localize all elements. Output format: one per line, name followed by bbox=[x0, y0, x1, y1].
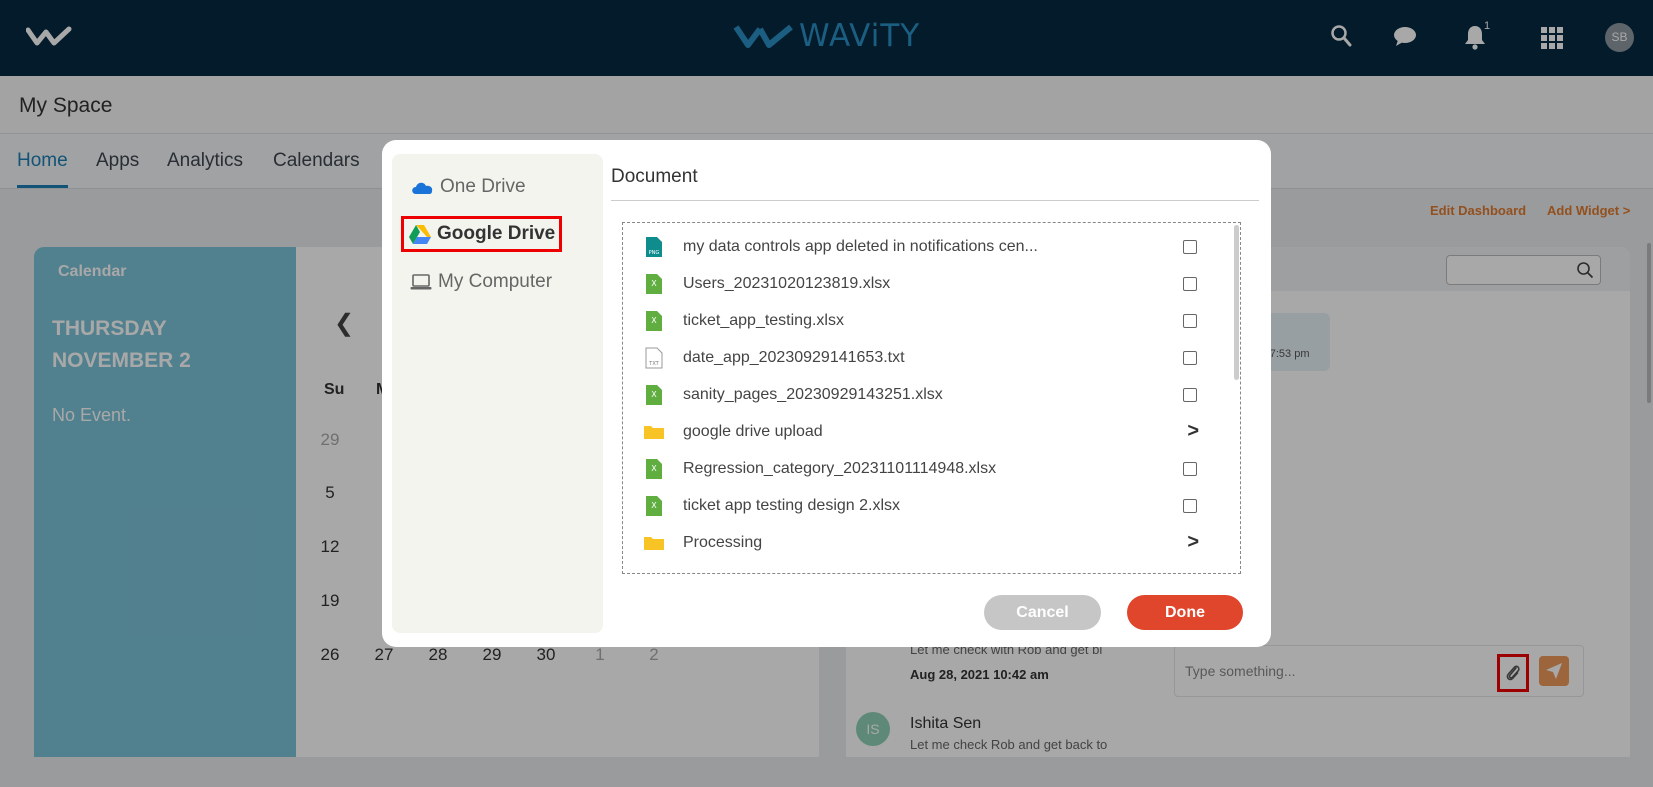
folder-row[interactable]: Processing > bbox=[643, 524, 1203, 561]
file-checkbox[interactable] bbox=[1183, 276, 1197, 291]
google-drive-icon bbox=[409, 225, 431, 244]
xlsx-file-icon: X bbox=[643, 382, 665, 408]
file-row[interactable]: X ticket_app_testing.xlsx bbox=[643, 302, 1203, 339]
svg-text:PNG: PNG bbox=[649, 250, 660, 256]
file-checkbox[interactable] bbox=[1183, 239, 1197, 254]
txt-file-icon: TXT bbox=[643, 345, 665, 371]
svg-text:X: X bbox=[651, 316, 657, 325]
file-name: my data controls app deleted in notifica… bbox=[683, 237, 1038, 255]
file-checkbox[interactable] bbox=[1183, 350, 1197, 365]
source-label: Google Drive bbox=[437, 223, 556, 244]
file-name: ticket_app_testing.xlsx bbox=[683, 311, 844, 329]
file-row[interactable]: X Regression_category_20231101114948.xls… bbox=[643, 450, 1203, 487]
xlsx-file-icon: X bbox=[643, 271, 665, 297]
file-checkbox[interactable] bbox=[1183, 461, 1197, 476]
png-file-icon: PNG bbox=[643, 234, 665, 260]
file-list: PNG my data controls app deleted in noti… bbox=[622, 222, 1241, 574]
file-checkbox[interactable] bbox=[1183, 498, 1197, 513]
file-list-scrollbar[interactable] bbox=[1234, 225, 1239, 380]
file-picker-dialog: One Drive Google Drive My Computer Docum… bbox=[382, 140, 1271, 647]
source-list: One Drive Google Drive My Computer bbox=[392, 154, 603, 633]
xlsx-file-icon: X bbox=[643, 308, 665, 334]
file-name: Users_20231020123819.xlsx bbox=[683, 274, 891, 292]
open-folder-icon[interactable]: > bbox=[1187, 531, 1199, 554]
folder-row[interactable]: google drive upload > bbox=[643, 413, 1203, 450]
folder-icon bbox=[643, 419, 665, 445]
source-one-drive[interactable]: One Drive bbox=[410, 176, 526, 198]
file-row[interactable]: PNG my data controls app deleted in noti… bbox=[643, 228, 1203, 265]
svg-text:TXT: TXT bbox=[648, 361, 659, 367]
xlsx-file-icon: X bbox=[643, 456, 665, 482]
file-checkbox[interactable] bbox=[1183, 387, 1197, 402]
file-name: ticket app testing design 2.xlsx bbox=[683, 496, 901, 514]
source-my-computer[interactable]: My Computer bbox=[410, 271, 552, 293]
folder-name: google drive upload bbox=[683, 422, 823, 440]
file-name: sanity_pages_20230929143251.xlsx bbox=[683, 385, 943, 403]
divider bbox=[611, 200, 1259, 201]
laptop-icon bbox=[410, 274, 432, 290]
file-row[interactable]: X Users_20231020123819.xlsx bbox=[643, 265, 1203, 302]
folder-name: Processing bbox=[683, 533, 763, 551]
file-name: date_app_20230929141653.txt bbox=[683, 348, 905, 366]
source-label: My Computer bbox=[438, 271, 553, 292]
svg-text:X: X bbox=[651, 501, 657, 510]
svg-text:X: X bbox=[651, 464, 657, 473]
xlsx-file-icon: X bbox=[643, 493, 665, 519]
cancel-button[interactable]: Cancel bbox=[984, 595, 1101, 630]
source-google-drive[interactable]: Google Drive bbox=[401, 216, 563, 252]
file-row[interactable]: X sanity_pages_20230929143251.xlsx bbox=[643, 376, 1203, 413]
file-row[interactable]: X ticket app testing design 2.xlsx bbox=[643, 487, 1203, 524]
done-button[interactable]: Done bbox=[1127, 595, 1243, 630]
file-row[interactable]: TXT date_app_20230929141653.txt bbox=[643, 339, 1203, 376]
source-label: One Drive bbox=[440, 176, 526, 197]
file-checkbox[interactable] bbox=[1183, 313, 1197, 328]
svg-text:X: X bbox=[651, 390, 657, 399]
open-folder-icon[interactable]: > bbox=[1187, 420, 1199, 443]
svg-text:X: X bbox=[651, 279, 657, 288]
dialog-title: Document bbox=[611, 166, 698, 187]
onedrive-icon bbox=[412, 182, 433, 194]
folder-icon bbox=[643, 530, 665, 556]
file-name: Regression_category_20231101114948.xlsx bbox=[683, 459, 997, 477]
